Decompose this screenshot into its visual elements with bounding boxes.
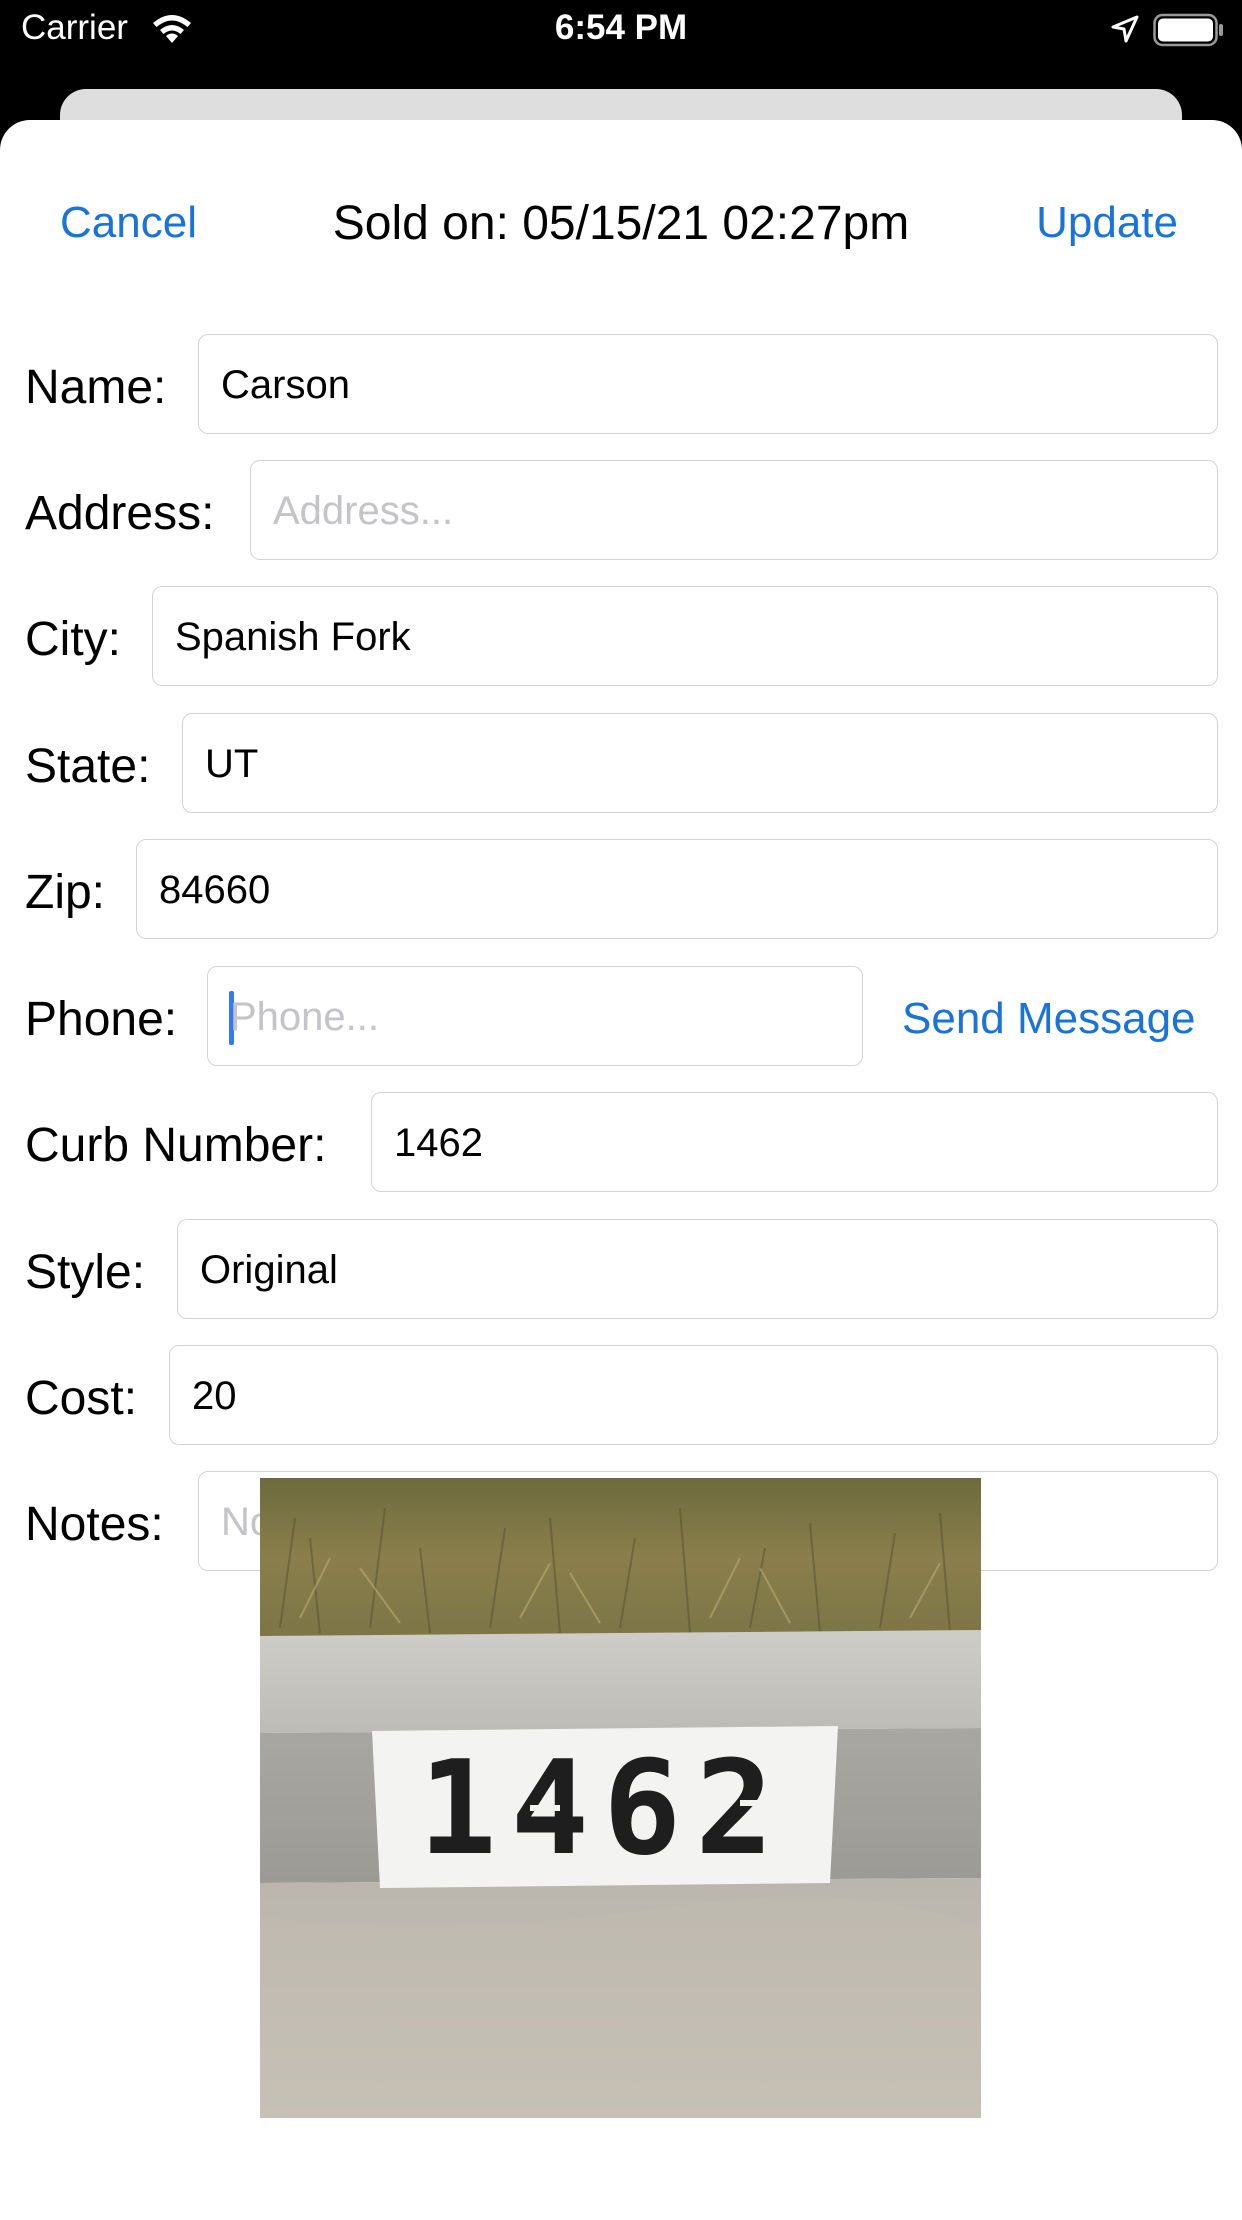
curb-number-row: Curb Number: 1462 [0,1092,1242,1194]
cost-label: Cost: [25,1372,138,1425]
cost-value: 20 [192,1374,237,1418]
state-field[interactable]: UT [182,713,1218,813]
battery-icon [1153,13,1225,52]
cost-field[interactable]: 20 [169,1345,1218,1445]
curb-photo[interactable]: 1462 [260,1478,981,2118]
state-label: State: [25,740,151,793]
clock: 6:54 PM [554,8,688,47]
style-row: Style: Original [0,1219,1242,1321]
style-value: Original [200,1248,338,1292]
address-row: Address: Address... [0,460,1242,562]
curb-number-field[interactable]: 1462 [371,1092,1218,1192]
cost-row: Cost: 20 [0,1345,1242,1447]
city-field[interactable]: Spanish Fork [152,586,1218,686]
address-placeholder: Address... [273,489,454,533]
zip-value: 84660 [159,868,271,912]
painted-curb-number: 1462 [418,1732,787,1884]
phone-label: Phone: [25,993,178,1046]
send-message-button[interactable]: Send Message [902,994,1196,1044]
style-label: Style: [25,1246,146,1299]
update-button[interactable]: Update [1036,198,1178,248]
city-row: City: Spanish Fork [0,586,1242,688]
address-field[interactable]: Address... [250,460,1218,560]
city-value: Spanish Fork [175,615,411,659]
zip-label: Zip: [25,866,106,919]
style-field[interactable]: Original [177,1219,1218,1319]
name-field[interactable]: Carson [198,334,1218,434]
notes-label: Notes: [25,1498,164,1551]
location-arrow-icon [1110,14,1140,49]
status-bar: Carrier 6:54 PM [0,0,1242,62]
name-row: Name: Carson [0,334,1242,436]
curb-number-value: 1462 [394,1121,483,1165]
nav-bar: Cancel Sold on: 05/15/21 02:27pm Update [0,120,1242,290]
name-label: Name: [25,361,167,414]
city-label: City: [25,613,121,666]
zip-field[interactable]: 84660 [136,839,1218,939]
state-row: State: UT [0,713,1242,815]
phone-field[interactable]: Phone... [207,966,863,1066]
curb-number-label: Curb Number: [25,1119,327,1172]
phone-placeholder: Phone... [230,995,380,1039]
zip-row: Zip: 84660 [0,839,1242,941]
state-value: UT [205,742,259,786]
name-value: Carson [221,363,350,407]
phone-row: Phone: Phone... Send Message [0,966,1242,1068]
address-label: Address: [25,487,215,540]
